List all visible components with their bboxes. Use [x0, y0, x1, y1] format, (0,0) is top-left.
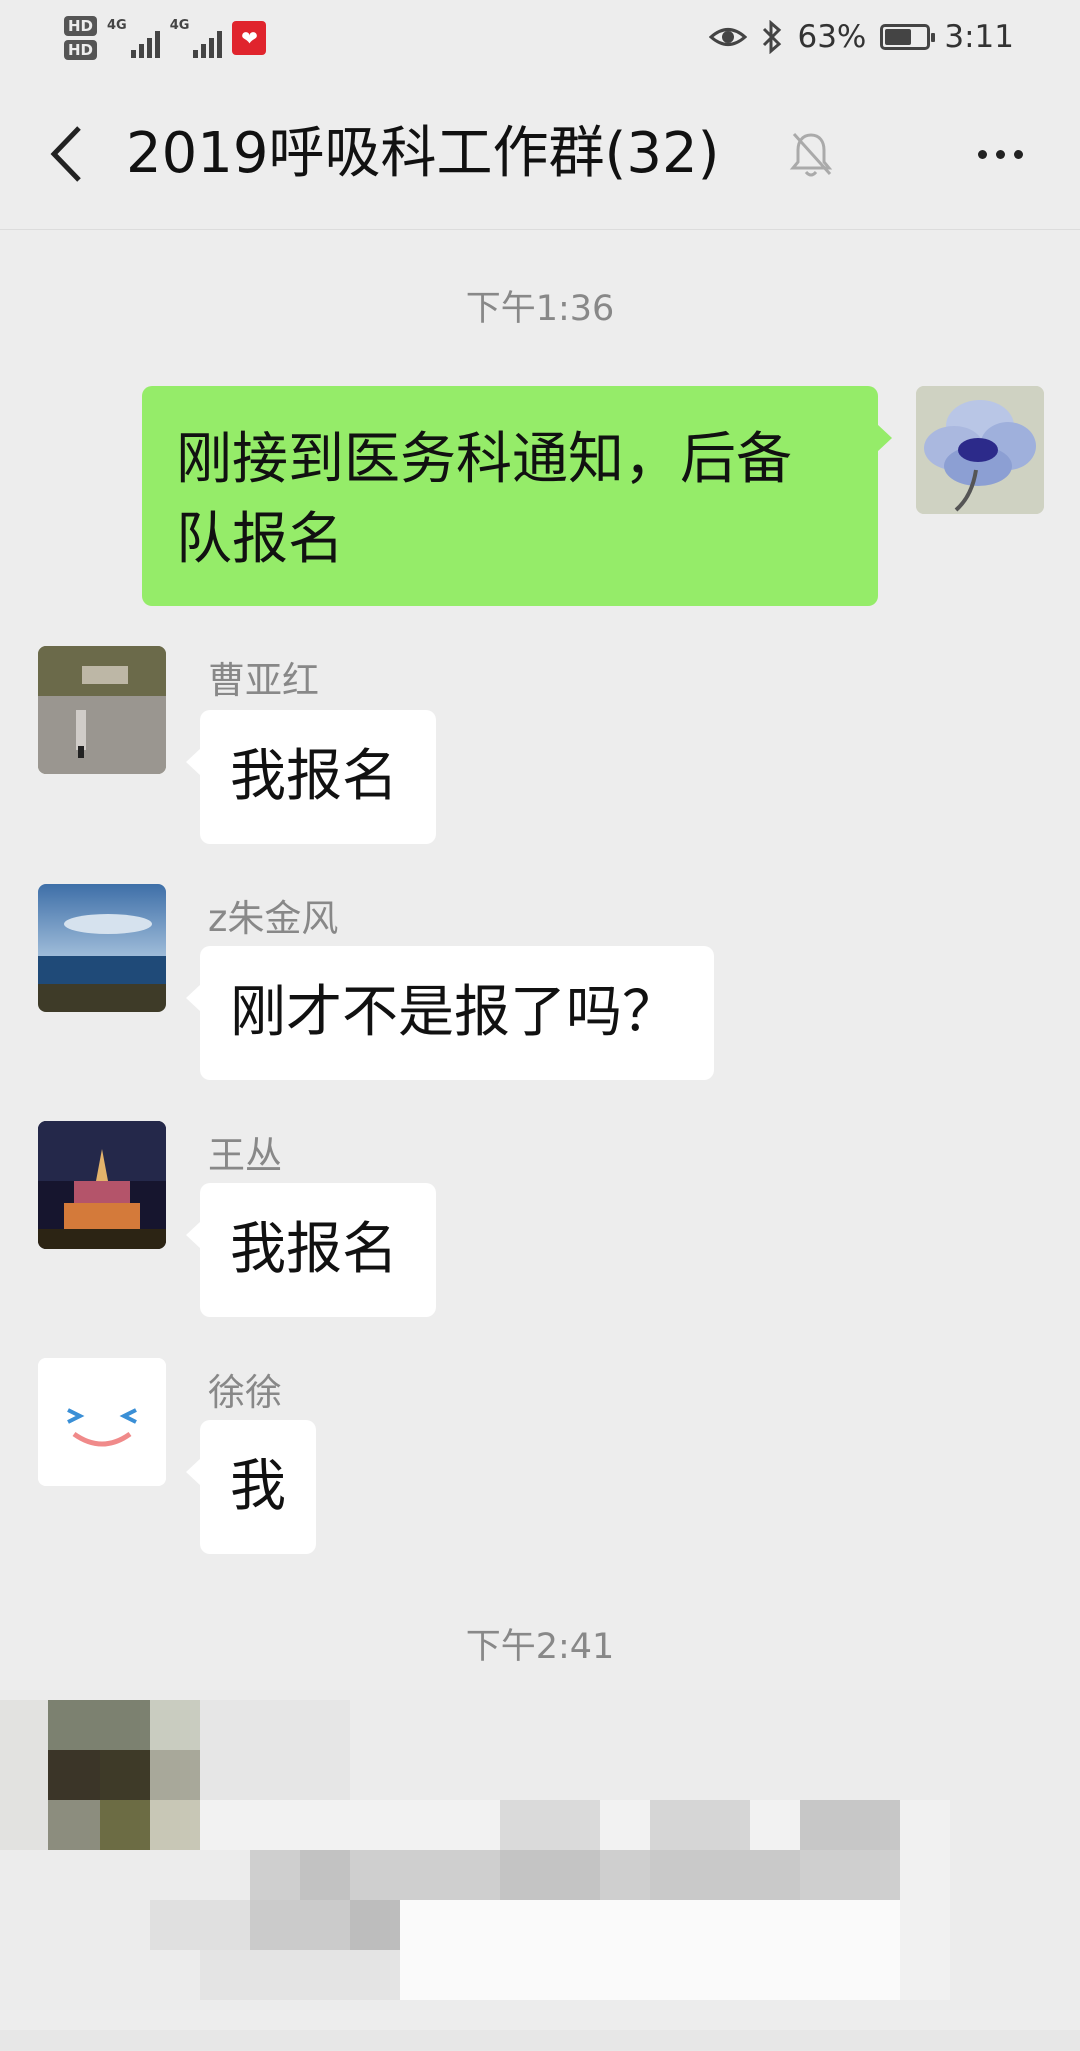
more-dots-icon: [977, 149, 987, 159]
clock: 3:11: [944, 19, 1014, 55]
message-text: 刚才不是报了吗？: [230, 980, 678, 1045]
message-text: 我: [230, 1454, 286, 1519]
pixelated-redaction: [0, 1690, 1080, 2010]
avatar-zhu-jinfeng[interactable]: [38, 884, 166, 1012]
smiley-avatar-image: [38, 1358, 166, 1486]
hd-badge-1: HD: [64, 16, 98, 36]
eye-comfort-icon: [709, 28, 748, 46]
incoming-message-bubble[interactable]: 我: [186, 1420, 316, 1554]
app-notification-icon: ❤: [232, 21, 267, 55]
chat-title: 2019呼吸科工作群(32): [126, 121, 720, 186]
status-bar-right: 63% 3:11: [709, 12, 1014, 62]
photo-avatar-image: [38, 884, 166, 1012]
sim1-signal: 4G: [107, 18, 160, 58]
avatar-cao-yahong[interactable]: [38, 646, 166, 774]
back-button[interactable]: [36, 116, 96, 192]
message-text: 我报名: [230, 1217, 398, 1282]
message-text-line: 队报名: [176, 507, 344, 572]
battery-icon: [880, 24, 936, 50]
bottom-edge: [0, 2030, 1080, 2051]
incoming-message-bubble[interactable]: 我报名: [186, 1183, 436, 1317]
signal-bars-icon: [193, 28, 223, 58]
more-options-button[interactable]: [962, 130, 1038, 178]
signal-bars-icon: [130, 28, 160, 58]
status-bar-left: HD HD 4G 4G ❤: [64, 10, 267, 66]
sim1-network-label: 4G: [107, 18, 127, 33]
redacted-message-area: [0, 1690, 1080, 2010]
status-bar: HD HD 4G 4G ❤ 63% 3:11: [0, 0, 1080, 78]
battery-level: [885, 29, 911, 45]
message-text-line: 刚接到医务科通知，后备: [176, 427, 792, 492]
message-text: 我报名: [230, 744, 398, 809]
avatar-xu-xu[interactable]: [38, 1358, 166, 1486]
hd-indicators: HD HD: [64, 16, 98, 60]
battery-percent: 63%: [797, 19, 867, 55]
avatar-self[interactable]: [916, 386, 1044, 514]
sim2-signal: 4G: [170, 18, 223, 58]
sender-name: 徐徐: [208, 1371, 282, 1414]
sender-name: 王丛: [208, 1134, 282, 1177]
chat-header: 2019呼吸科工作群(32): [0, 78, 1080, 230]
bluetooth-icon: [763, 20, 782, 54]
outgoing-message-bubble[interactable]: 刚接到医务科通知，后备 队报名: [142, 386, 892, 606]
chevron-left-icon: [50, 126, 81, 182]
incoming-message-bubble[interactable]: 我报名: [186, 710, 436, 844]
sender-name: 曹亚红: [208, 659, 319, 702]
hd-badge-2: HD: [64, 40, 98, 60]
avatar-wang-cong[interactable]: [38, 1121, 166, 1249]
more-dot: [995, 149, 1005, 159]
sender-name: z朱金风: [208, 897, 339, 940]
more-dot: [1013, 149, 1023, 159]
castle-avatar-image: [38, 1121, 166, 1249]
flower-avatar-image: [916, 386, 1044, 514]
photo-avatar-image: [38, 646, 166, 774]
incoming-message-bubble[interactable]: 刚才不是报了吗？: [186, 946, 714, 1080]
sim2-network-label: 4G: [169, 18, 190, 33]
bell-off-icon: [789, 132, 833, 177]
message-timestamp: 下午2:41: [465, 1627, 615, 1667]
message-timestamp: 下午1:36: [465, 289, 615, 329]
